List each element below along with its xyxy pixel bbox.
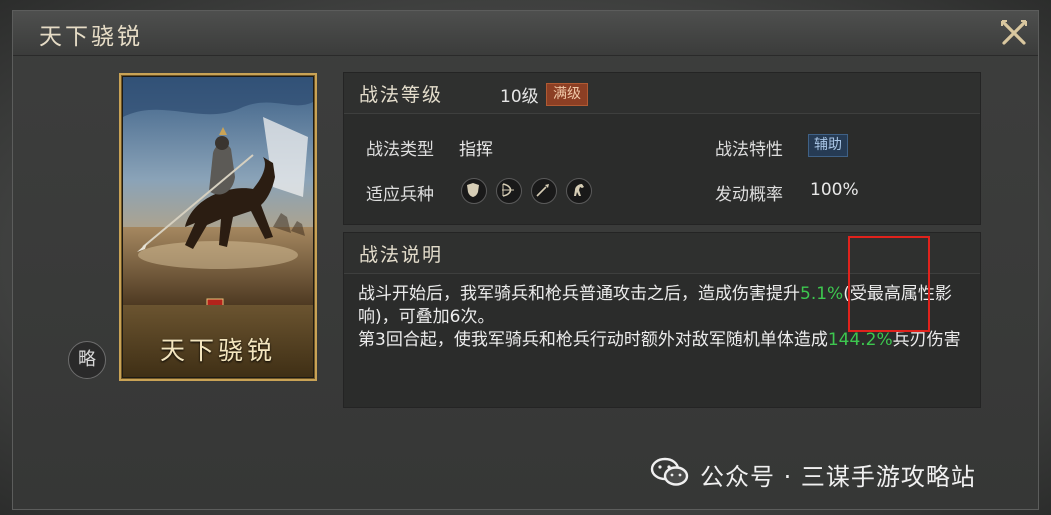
description-line-1: 战斗开始后，我军骑兵和枪兵普通攻击之后，造成伤害提升 <box>358 284 800 304</box>
tactic-level-row: 战法等级 10级 满级 <box>344 73 980 114</box>
trigger-rate-label: 发动概率 <box>715 185 783 205</box>
troop-types-label: 适应兵种 <box>366 185 434 205</box>
tactic-card-nameplate: 天下骁锐 <box>123 305 313 377</box>
tactic-card: 天下骁锐 <box>119 73 317 381</box>
annotation-highlight-box <box>848 236 930 332</box>
tactic-trait-label: 战法特性 <box>715 140 783 160</box>
damage-bonus-value: 5.1% <box>800 284 844 304</box>
spear-icon <box>531 178 557 204</box>
window-title: 天下骁锐 <box>39 24 143 50</box>
tactic-trait-tag: 辅助 <box>808 134 848 157</box>
strategy-type-badge: 略 <box>68 341 106 379</box>
watermark-text: 公众号 · 三谋手游攻略站 <box>700 463 976 491</box>
shield-icon <box>461 178 487 204</box>
extra-damage-value: 144.2% <box>827 330 893 350</box>
tactic-description-label: 战法说明 <box>359 244 444 266</box>
description-line-2: 第3回合起，使我军骑兵和枪兵行动时额外对敌军随机单体造成 <box>358 330 828 350</box>
horse-icon <box>566 178 592 204</box>
title-bar: 天下骁锐 <box>13 11 1038 56</box>
bow-icon <box>496 178 522 204</box>
tactic-level-value: 10级 <box>500 87 539 107</box>
tactic-level-label: 战法等级 <box>359 84 444 106</box>
tactic-card-artwork <box>123 77 313 305</box>
close-button[interactable] <box>996 15 1032 51</box>
wechat-icon <box>650 457 690 487</box>
tactic-info-box: 战法等级 10级 满级 战法类型 指挥 战法特性 辅助 适应兵种 发动概率 10… <box>343 72 981 225</box>
tactic-type-label: 战法类型 <box>366 140 434 160</box>
max-level-tag: 满级 <box>546 83 588 106</box>
trigger-rate-value: 100% <box>810 180 859 200</box>
tactic-type-value: 指挥 <box>459 140 493 160</box>
tactic-card-name: 天下骁锐 <box>159 336 276 365</box>
close-icon <box>1001 20 1027 45</box>
description-line-2-tail: 兵刃伤害 <box>892 330 961 350</box>
